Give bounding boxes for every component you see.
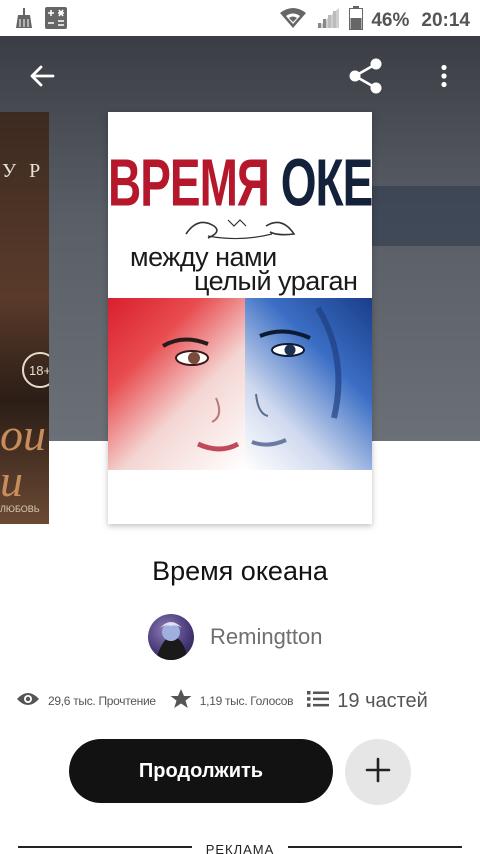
more-button[interactable] xyxy=(422,56,466,100)
back-arrow-icon xyxy=(29,64,55,93)
peek-bottom-text: ЛЮБОВЬ xyxy=(0,504,40,514)
continue-reading-button[interactable]: Продолжить xyxy=(69,739,333,803)
cover-title-part2: ОКЕАНА xyxy=(280,144,372,221)
author-name[interactable]: Remingtton xyxy=(210,624,323,650)
status-bar-left xyxy=(14,6,68,35)
reads-count: 29,6 тыс. Прочтение xyxy=(48,694,156,708)
peek-title: У Р xyxy=(2,160,45,182)
ad-line-right xyxy=(288,846,462,848)
star-icon xyxy=(170,688,192,715)
list-icon xyxy=(307,690,330,713)
votes-stat: 1,19 тыс. Голосов xyxy=(170,688,294,715)
book-title: Время океана xyxy=(152,556,328,586)
status-bar: 46% 20:14 xyxy=(0,0,480,36)
backdrop-blur xyxy=(370,186,480,246)
battery-percent: 46% xyxy=(371,9,410,31)
author-link[interactable]: Remingtton xyxy=(148,614,323,660)
cover-subtitle-line2: целый ураган xyxy=(194,266,358,296)
battery-icon xyxy=(349,6,364,35)
book-cover[interactable]: ВРЕМЯ ОКЕАНА между нами целый ураган xyxy=(108,112,372,524)
parts-stat[interactable]: 19 частей xyxy=(307,690,428,713)
clock: 20:14 xyxy=(421,9,470,31)
eye-icon xyxy=(16,691,40,712)
broom-icon xyxy=(14,7,34,34)
ad-line-left xyxy=(18,846,192,848)
peek-script-text: ou и xyxy=(0,409,46,506)
votes-count: 1,19 тыс. Голосов xyxy=(199,694,294,708)
previous-book-cover[interactable]: У Р 18+ ou и ЛЮБОВЬ xyxy=(0,112,49,524)
more-vertical-icon xyxy=(440,64,448,93)
wifi-icon xyxy=(279,7,307,34)
age-badge: 18+ xyxy=(22,352,49,388)
signal-icon xyxy=(315,6,341,35)
author-avatar[interactable] xyxy=(148,614,194,660)
cover-title-part1: ВРЕМЯ xyxy=(108,144,281,221)
back-button[interactable] xyxy=(20,56,64,100)
story-stats: 29,6 тыс. Прочтение 1,19 тыс. Голосов 19… xyxy=(16,686,474,716)
calculator-icon xyxy=(44,6,68,35)
share-icon xyxy=(347,57,385,100)
ad-divider: РЕКЛАМА xyxy=(18,840,462,854)
add-to-library-button[interactable] xyxy=(345,739,411,805)
parts-count[interactable]: 19 частей xyxy=(337,690,428,713)
status-bar-right: 46% 20:14 xyxy=(279,6,470,35)
cover-faces-illustration xyxy=(161,306,342,452)
share-button[interactable] xyxy=(344,56,388,100)
ad-label: РЕКЛАМА xyxy=(205,842,275,854)
plus-icon xyxy=(365,757,391,788)
reads-stat: 29,6 тыс. Прочтение xyxy=(16,691,156,712)
